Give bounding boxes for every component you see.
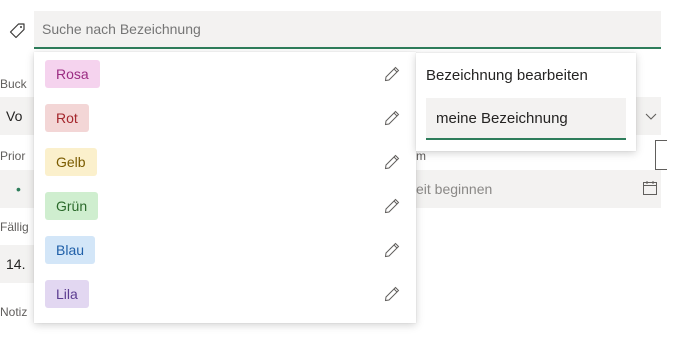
label-chip-gruen[interactable]: Grün	[45, 192, 99, 220]
calendar-icon[interactable]	[642, 180, 658, 196]
pencil-icon[interactable]	[384, 154, 400, 170]
pencil-icon[interactable]	[384, 110, 400, 126]
due-date-input[interactable]: 14.	[0, 245, 34, 283]
priority-select[interactable]: •	[0, 170, 34, 208]
label-chip-blau[interactable]: Blau	[45, 236, 96, 264]
label-chip-gelb[interactable]: Gelb	[45, 148, 97, 176]
label-row-gelb[interactable]: Gelb	[34, 140, 416, 184]
pencil-icon[interactable]	[384, 198, 400, 214]
checkbox[interactable]	[655, 140, 667, 170]
label-row-lila[interactable]: Lila	[34, 272, 416, 316]
edit-popup-title: Bezeichnung bearbeiten	[426, 67, 588, 84]
bucket-label: Buck	[0, 77, 27, 91]
edit-label-popup: Bezeichnung bearbeiten	[416, 53, 636, 151]
label-dropdown: Rosa Rot Gelb Grün Blau Lila	[34, 52, 416, 323]
due-date-label: Fällig	[0, 220, 29, 234]
chevron-down-icon[interactable]	[645, 110, 657, 122]
start-date-label: m	[416, 149, 426, 163]
label-row-rosa[interactable]: Rosa	[34, 52, 416, 96]
label-row-blau[interactable]: Blau	[34, 228, 416, 272]
priority-label: Prior	[0, 149, 26, 163]
label-row-gruen[interactable]: Grün	[34, 184, 416, 228]
label-chip-rot[interactable]: Rot	[45, 104, 89, 132]
pencil-icon[interactable]	[384, 286, 400, 302]
label-row-rot[interactable]: Rot	[34, 96, 416, 140]
tag-icon	[9, 23, 25, 39]
bucket-select[interactable]: Vo	[0, 97, 34, 135]
label-search-input[interactable]	[34, 11, 661, 49]
notes-label: Notiz	[0, 305, 28, 319]
pencil-icon[interactable]	[384, 66, 400, 82]
pencil-icon[interactable]	[384, 242, 400, 258]
label-chip-lila[interactable]: Lila	[45, 280, 89, 308]
label-chip-rosa[interactable]: Rosa	[45, 60, 100, 88]
label-name-input[interactable]	[426, 98, 626, 140]
start-date-input[interactable]: eit beginnen	[416, 170, 661, 208]
